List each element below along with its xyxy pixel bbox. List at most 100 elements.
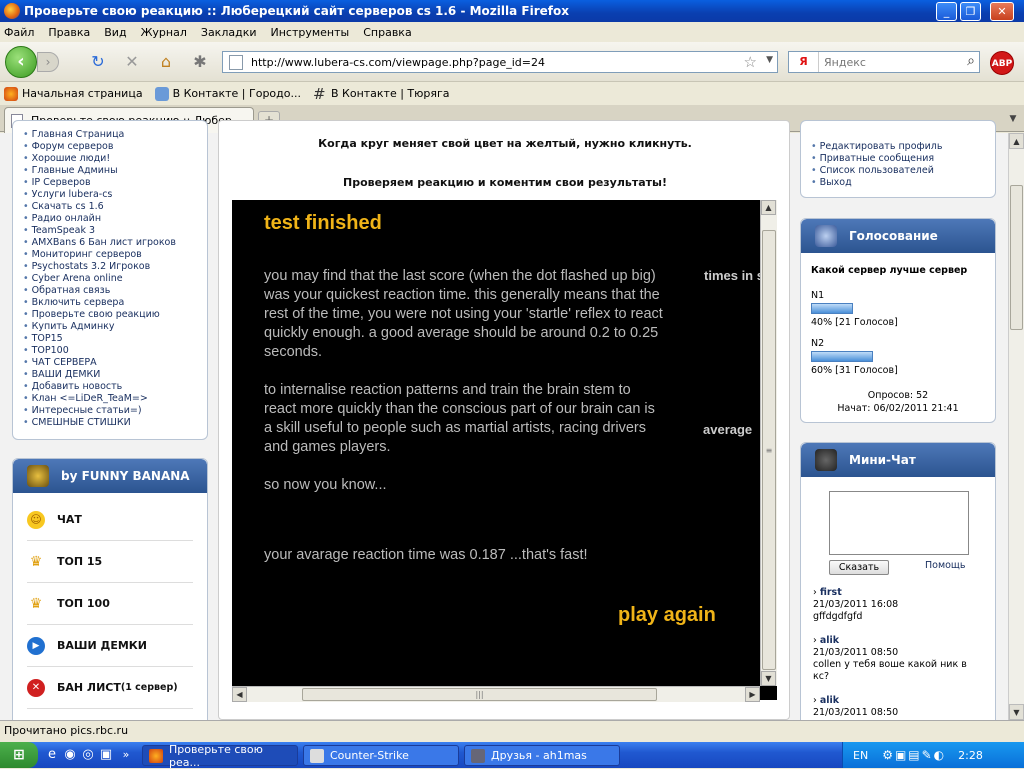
- instruction-text: Когда круг меняет свой цвет на желтый, н…: [318, 137, 692, 150]
- left-menu-item[interactable]: Главные Админы: [23, 165, 207, 177]
- left-menu-item[interactable]: Скачать cs 1.6: [23, 201, 207, 213]
- left-menu-item[interactable]: Главная Страница: [23, 129, 207, 141]
- scroll-thumb[interactable]: |||: [302, 688, 657, 701]
- task-steam-friends[interactable]: Друзья - ah1mas: [464, 745, 620, 766]
- task-firefox[interactable]: Проверьте свою реа...: [142, 743, 298, 769]
- chevron-down-icon[interactable]: ▼: [766, 55, 773, 65]
- chat-send-button[interactable]: Сказать: [829, 560, 889, 575]
- ie-icon[interactable]: e: [44, 747, 60, 763]
- funny-item-top15[interactable]: ♛ ТОП 15: [27, 541, 193, 583]
- close-button[interactable]: ✕: [990, 2, 1014, 21]
- left-menu-item[interactable]: Услуги lubera-cs: [23, 189, 207, 201]
- funny-item-demos[interactable]: ▶ ВАШИ ДЕМКИ: [27, 625, 193, 667]
- window-titlebar[interactable]: Проверьте свою реакцию :: Люберецкий сай…: [0, 0, 1024, 22]
- left-menu-item[interactable]: Радио онлайн: [23, 213, 207, 225]
- menu-tools[interactable]: Инструменты: [271, 26, 350, 39]
- chat-user[interactable]: first: [820, 587, 842, 598]
- left-menu-item[interactable]: Psychostats 3.2 Игроков: [23, 261, 207, 273]
- bookmark-vk-tyuryaga[interactable]: # В Контакте | Тюряга: [313, 86, 450, 101]
- save-quicklaunch-icon[interactable]: ▣: [98, 747, 114, 763]
- menu-bookmarks[interactable]: Закладки: [201, 26, 257, 39]
- scroll-thumb[interactable]: ≡: [762, 230, 776, 670]
- tab-list-icon[interactable]: ▼: [1006, 111, 1020, 127]
- left-menu-item[interactable]: Добавить новость: [23, 381, 207, 393]
- more-quicklaunch-icon[interactable]: »: [118, 747, 134, 763]
- scroll-right-icon[interactable]: ▶: [745, 687, 760, 702]
- left-menu-item[interactable]: TOP15: [23, 333, 207, 345]
- scroll-left-icon[interactable]: ◀: [232, 687, 247, 702]
- scroll-down-icon[interactable]: ▼: [761, 671, 776, 686]
- menu-history[interactable]: Журнал: [141, 26, 187, 39]
- left-menu-item[interactable]: IP Серверов: [23, 177, 207, 189]
- browser-quicklaunch-icon[interactable]: ◎: [80, 747, 96, 763]
- scroll-up-icon[interactable]: ▲: [1009, 133, 1024, 149]
- play-again-button[interactable]: play again: [618, 604, 716, 627]
- left-menu-item[interactable]: Мониторинг серверов: [23, 249, 207, 261]
- left-menu-item[interactable]: ЧАТ СЕРВЕРА: [23, 357, 207, 369]
- firefox-quicklaunch-icon[interactable]: ◉: [62, 747, 78, 763]
- menu-view[interactable]: Вид: [104, 26, 126, 39]
- language-indicator[interactable]: EN: [853, 749, 868, 762]
- adblock-icon[interactable]: ABP: [990, 51, 1014, 75]
- left-menu-item[interactable]: Включить сервера: [23, 297, 207, 309]
- reaction-test-flash[interactable]: test finished you may find that the last…: [232, 200, 777, 700]
- scroll-thumb[interactable]: [1010, 185, 1023, 330]
- clock[interactable]: 2:28: [958, 749, 983, 762]
- task-counter-strike[interactable]: Counter-Strike: [303, 745, 459, 766]
- left-menu-item[interactable]: ВАШИ ДЕМКИ: [23, 369, 207, 381]
- search-box[interactable]: Я ⌕: [788, 51, 980, 73]
- funny-item-chat[interactable]: ☺ ЧАТ: [27, 499, 193, 541]
- left-menu-item[interactable]: Клан <=LiDeR_TeaM=>: [23, 393, 207, 405]
- address-url[interactable]: http://www.lubera-cs.com/viewpage.php?pa…: [251, 56, 545, 69]
- bookmark-start-page[interactable]: Начальная страница: [4, 86, 143, 101]
- chat-message-input[interactable]: [829, 491, 969, 555]
- user-menu-item[interactable]: Список пользователей: [811, 165, 995, 177]
- reload-icon[interactable]: ↻: [88, 52, 108, 72]
- bookmark-label: Начальная страница: [22, 87, 143, 100]
- bookmark-star-icon[interactable]: ☆: [744, 53, 757, 71]
- chat-help-link[interactable]: Помощь: [925, 560, 965, 571]
- funny-item-banlist[interactable]: ✕ БАН ЛИСТ (1 сервер): [27, 667, 193, 709]
- flash-vertical-scrollbar[interactable]: ▲ ≡ ▼: [760, 200, 777, 686]
- user-menu-item[interactable]: Приватные сообщения: [811, 153, 995, 165]
- left-menu-item[interactable]: TeamSpeak 3: [23, 225, 207, 237]
- search-engine-icon[interactable]: Я: [789, 52, 819, 72]
- addon-icon[interactable]: ✱: [190, 52, 210, 72]
- address-bar[interactable]: http://www.lubera-cs.com/viewpage.php?pa…: [222, 51, 778, 73]
- user-menu-item[interactable]: Выход: [811, 177, 995, 189]
- stop-icon[interactable]: ✕: [122, 52, 142, 72]
- left-menu-item[interactable]: Форум серверов: [23, 141, 207, 153]
- search-icon[interactable]: ⌕: [967, 53, 975, 69]
- left-menu-item[interactable]: AMXBans 6 Бан лист игроков: [23, 237, 207, 249]
- forward-button[interactable]: ›: [37, 52, 59, 72]
- user-menu-item[interactable]: Редактировать профиль: [811, 141, 995, 153]
- left-menu-item[interactable]: Хорошие люди!: [23, 153, 207, 165]
- minimize-button[interactable]: _: [936, 2, 957, 21]
- menu-file[interactable]: Файл: [4, 26, 34, 39]
- home-icon[interactable]: ⌂: [156, 52, 176, 72]
- scroll-down-icon[interactable]: ▼: [1009, 704, 1024, 720]
- left-menu-item[interactable]: Купить Админку: [23, 321, 207, 333]
- left-menu-item[interactable]: Обратная связь: [23, 285, 207, 297]
- search-input[interactable]: [819, 55, 949, 69]
- tray-icons[interactable]: ⚙▣▤✎◐: [882, 748, 946, 762]
- house-icon: [154, 86, 169, 101]
- firefox-icon: [4, 86, 18, 101]
- back-button[interactable]: ‹: [5, 46, 37, 78]
- left-menu-item[interactable]: СМЕШНЫЕ СТИШКИ: [23, 417, 207, 429]
- bookmark-vk-city[interactable]: В Контакте | Городо...: [154, 86, 301, 101]
- page-vertical-scrollbar[interactable]: ▲ ▼: [1008, 133, 1024, 720]
- funny-item-top100[interactable]: ♛ ТОП 100: [27, 583, 193, 625]
- menu-help[interactable]: Справка: [363, 26, 411, 39]
- start-button[interactable]: ⊞: [0, 742, 38, 768]
- left-menu-item[interactable]: Интересные статьи=): [23, 405, 207, 417]
- left-menu-item[interactable]: TOP100: [23, 345, 207, 357]
- chat-user[interactable]: alik: [820, 695, 839, 706]
- chat-user[interactable]: alik: [820, 635, 839, 646]
- scroll-up-icon[interactable]: ▲: [761, 200, 776, 215]
- left-menu-item[interactable]: Проверьте свою реакцию: [23, 309, 207, 321]
- maximize-button[interactable]: ❐: [960, 2, 981, 21]
- flash-horizontal-scrollbar[interactable]: ◀ ||| ▶: [232, 686, 760, 702]
- menu-edit[interactable]: Правка: [48, 26, 90, 39]
- left-menu-item[interactable]: Cyber Arena online: [23, 273, 207, 285]
